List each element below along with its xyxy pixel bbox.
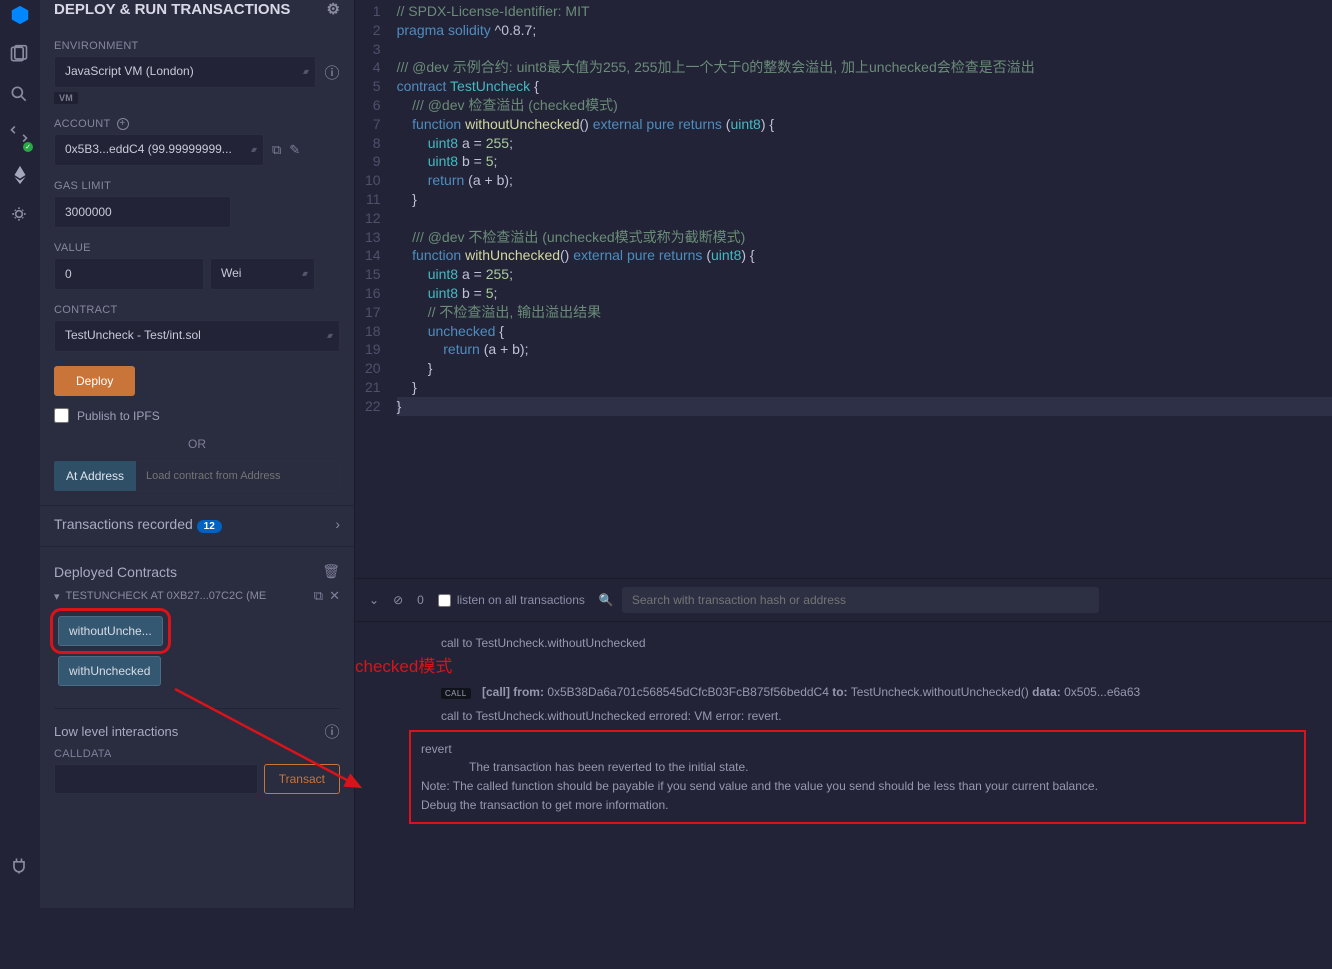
tx-count-badge: 12 <box>197 520 222 533</box>
log-line: call to TestUncheck.withoutUnchecked err… <box>441 707 1316 726</box>
gas-label: GAS LIMIT <box>54 180 340 192</box>
fn-withoutUnchecked-button[interactable]: withoutUnche... <box>58 616 163 646</box>
revert-line: Note: The called function should be paya… <box>421 777 1294 796</box>
environment-select[interactable]: JavaScript VM (London) <box>54 56 316 88</box>
close-icon[interactable]: ✕ <box>329 588 340 604</box>
contract-label: CONTRACT <box>54 304 340 316</box>
search-icon[interactable] <box>9 84 31 106</box>
at-address-button[interactable]: At Address <box>54 461 136 491</box>
contract-instance: ▾ TESTUNCHECK AT 0XB27...07C2C (ME ⧉ ✕ <box>54 588 340 604</box>
deployed-contracts-header: Deployed Contracts 🗑 <box>54 563 340 580</box>
contract-instance-label: TESTUNCHECK AT 0XB27...07C2C (ME <box>66 590 308 602</box>
listen-label: listen on all transactions <box>457 593 585 607</box>
chevron-down-icon[interactable]: ▾ <box>54 590 60 603</box>
gas-input[interactable] <box>54 196 231 228</box>
log-line: CALL [call] from: 0x5B38Da6a701c568545dC… <box>441 683 1316 702</box>
icon-sidebar: ✓ <box>0 0 40 908</box>
terminal-output[interactable]: call to TestUncheck.withoutUnchecked che… <box>355 622 1332 908</box>
trash-icon[interactable]: 🗑 <box>322 563 340 580</box>
terminal-search-input[interactable] <box>622 587 1099 613</box>
fn-withUnchecked-button[interactable]: withUnchecked <box>58 656 161 686</box>
calldata-input[interactable] <box>54 764 258 794</box>
panel-title: DEPLOY & RUN TRANSACTIONS <box>54 1 290 18</box>
compiler-icon[interactable]: ✓ <box>9 124 31 146</box>
revert-head: revert <box>421 740 1294 759</box>
value-unit-select[interactable]: Wei <box>210 258 315 290</box>
plus-icon[interactable]: + <box>117 118 129 130</box>
code-editor[interactable]: 12345678910111213141516171819202122 // S… <box>355 0 1332 578</box>
remix-logo-icon[interactable] <box>9 4 31 26</box>
copy-icon[interactable]: ⧉ <box>314 588 323 604</box>
revert-line: The transaction has been reverted to the… <box>421 758 1294 777</box>
revert-line: Debug the transaction to get more inform… <box>421 796 1294 815</box>
call-badge: CALL <box>441 688 471 699</box>
publish-ipfs-label: Publish to IPFS <box>77 409 160 423</box>
deploy-panel: DEPLOY & RUN TRANSACTIONS ⚙ ENVIRONMENT … <box>40 0 355 908</box>
deploy-run-icon[interactable] <box>9 164 31 186</box>
calldata-label: CALLDATA <box>54 748 340 760</box>
settings-icon[interactable]: ⚙ <box>327 0 340 18</box>
edit-icon[interactable]: ✎ <box>289 142 300 158</box>
contract-select[interactable]: TestUncheck - Test/int.sol <box>54 320 340 352</box>
account-label: ACCOUNT + <box>54 118 340 130</box>
vm-chip: VM <box>54 92 78 104</box>
environment-label: ENVIRONMENT <box>54 40 340 52</box>
copy-icon[interactable]: ⧉ <box>272 142 281 158</box>
publish-ipfs-checkbox[interactable] <box>54 408 69 423</box>
plugin-manager-icon[interactable] <box>9 856 31 878</box>
revert-box: revert The transaction has been reverted… <box>409 730 1306 824</box>
chevron-up-down-icon[interactable]: ⌄ <box>369 593 379 607</box>
file-explorer-icon[interactable] <box>9 44 31 66</box>
tx-recorded-row[interactable]: Transactions recorded 12 › <box>54 516 340 532</box>
search-icon[interactable]: 🔍 <box>599 593 614 607</box>
transact-button[interactable]: Transact <box>264 764 340 794</box>
line-gutter: 12345678910111213141516171819202122 <box>355 0 397 578</box>
low-level-header: Low level interactions ⓘ <box>54 721 340 742</box>
at-address-input[interactable] <box>136 461 340 491</box>
code-content: // SPDX-License-Identifier: MITpragma so… <box>397 0 1332 578</box>
terminal: ⌄ ⊘ 0 listen on all transactions 🔍 call … <box>355 578 1332 908</box>
info-icon[interactable]: ⓘ <box>324 721 340 742</box>
log-line: call to TestUncheck.withoutUnchecked <box>441 634 1316 653</box>
or-divider: OR <box>54 437 340 451</box>
value-input[interactable] <box>54 258 204 290</box>
chevron-right-icon: › <box>335 516 340 532</box>
value-label: VALUE <box>54 242 340 254</box>
publish-ipfs-row[interactable]: Publish to IPFS <box>54 408 340 423</box>
pending-count: 0 <box>417 593 424 607</box>
annotation-label: checked模式 <box>355 654 452 680</box>
panel-header: DEPLOY & RUN TRANSACTIONS ⚙ <box>40 0 354 26</box>
listen-checkbox[interactable] <box>438 594 451 607</box>
ban-icon[interactable]: ⊘ <box>393 593 403 607</box>
terminal-toolbar: ⌄ ⊘ 0 listen on all transactions 🔍 <box>355 579 1332 622</box>
debugger-icon[interactable] <box>9 204 31 226</box>
info-icon[interactable]: ⓘ <box>324 62 340 83</box>
listen-checkbox-row[interactable]: listen on all transactions <box>438 593 585 607</box>
main-area: 12345678910111213141516171819202122 // S… <box>355 0 1332 908</box>
deploy-button[interactable]: Deploy <box>54 366 135 396</box>
account-select[interactable]: 0x5B3...eddC4 (99.99999999... <box>54 134 264 166</box>
